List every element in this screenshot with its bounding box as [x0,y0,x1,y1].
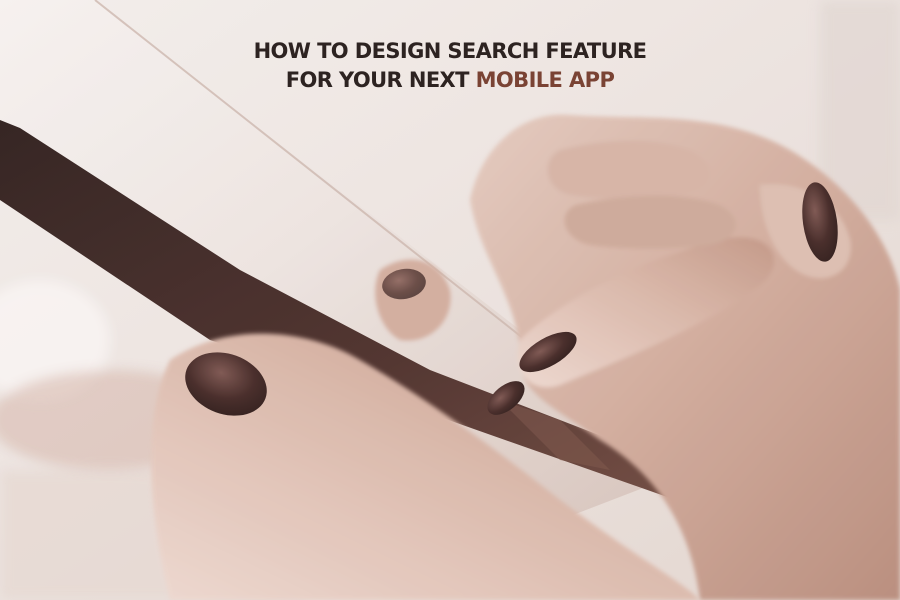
headline-line-2: FOR YOUR NEXT MOBILE APP [0,66,900,95]
headline-accent: MOBILE APP [475,68,615,92]
headline-line-2-prefix: FOR YOUR NEXT [285,68,470,92]
hero-image: HOW TO DESIGN SEARCH FEATURE FOR YOUR NE… [0,0,900,600]
article-headline: HOW TO DESIGN SEARCH FEATURE FOR YOUR NE… [0,37,900,95]
headline-line-1: HOW TO DESIGN SEARCH FEATURE [253,39,647,63]
